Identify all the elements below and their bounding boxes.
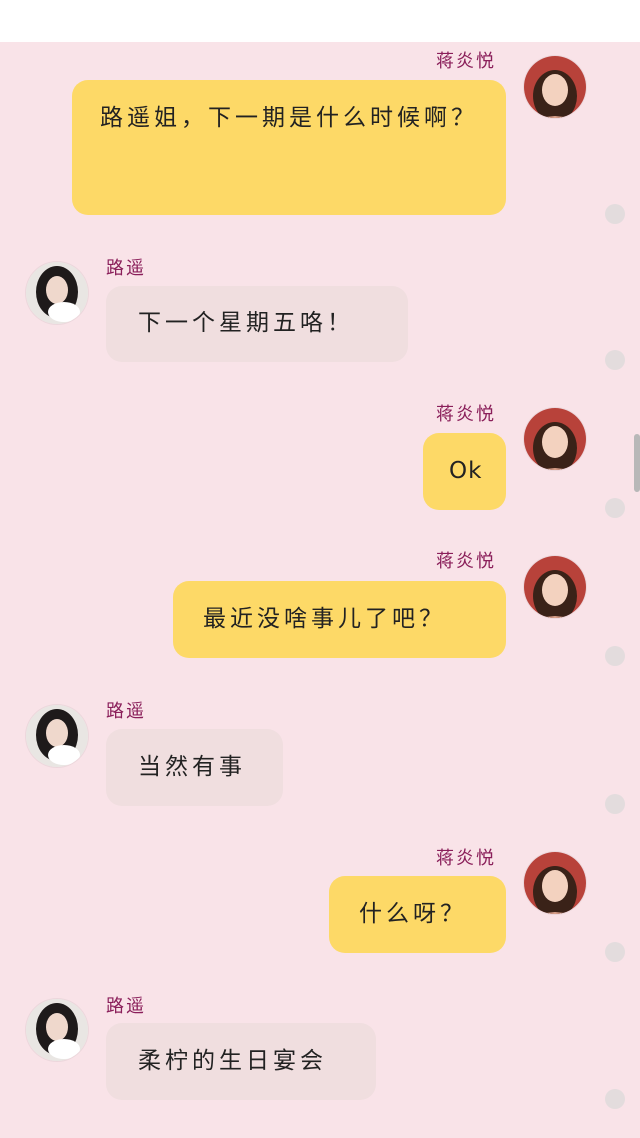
read-status-dot bbox=[605, 1089, 625, 1109]
my-avatar[interactable] bbox=[524, 556, 586, 618]
sender-name: 路遥 bbox=[106, 701, 146, 722]
sender-name: 路遥 bbox=[106, 996, 146, 1017]
contact-avatar[interactable] bbox=[26, 262, 88, 324]
message-bubble[interactable]: 路遥姐，下一期是什么时候啊？ bbox=[72, 80, 506, 215]
sender-name: 蒋炎悦 bbox=[436, 51, 496, 72]
message-text: 最近没啥事儿了吧？ bbox=[203, 606, 446, 632]
my-avatar[interactable] bbox=[524, 408, 586, 470]
message-text: 下一个星期五咯！ bbox=[138, 310, 354, 336]
scrollbar[interactable] bbox=[634, 434, 640, 492]
message-bubble[interactable]: 柔柠的生日宴会 bbox=[106, 1023, 376, 1100]
message-bubble[interactable]: 下一个星期五咯！ bbox=[106, 286, 408, 362]
message-text: 什么呀？ bbox=[359, 901, 467, 927]
message-bubble[interactable]: 最近没啥事儿了吧？ bbox=[173, 581, 506, 658]
message-text: 柔柠的生日宴会 bbox=[138, 1048, 327, 1074]
read-status-dot bbox=[605, 794, 625, 814]
my-avatar[interactable] bbox=[524, 852, 586, 914]
message-text: 当然有事 bbox=[138, 754, 246, 780]
sender-name: 路遥 bbox=[106, 258, 146, 279]
message-bubble[interactable]: 什么呀？ bbox=[329, 876, 506, 953]
read-status-dot bbox=[605, 646, 625, 666]
read-status-dot bbox=[605, 942, 625, 962]
sender-name: 蒋炎悦 bbox=[436, 848, 496, 869]
message-text: Ok bbox=[449, 458, 483, 484]
my-avatar[interactable] bbox=[524, 56, 586, 118]
sender-name: 蒋炎悦 bbox=[436, 404, 496, 425]
contact-avatar[interactable] bbox=[26, 999, 88, 1061]
message-text: 路遥姐，下一期是什么时候啊？ bbox=[100, 105, 478, 131]
message-bubble[interactable]: 当然有事 bbox=[106, 729, 283, 806]
contact-avatar[interactable] bbox=[26, 705, 88, 767]
top-bar bbox=[0, 0, 640, 42]
read-status-dot bbox=[605, 204, 625, 224]
read-status-dot bbox=[605, 350, 625, 370]
message-bubble[interactable]: Ok bbox=[423, 433, 506, 510]
read-status-dot bbox=[605, 498, 625, 518]
sender-name: 蒋炎悦 bbox=[436, 551, 496, 572]
